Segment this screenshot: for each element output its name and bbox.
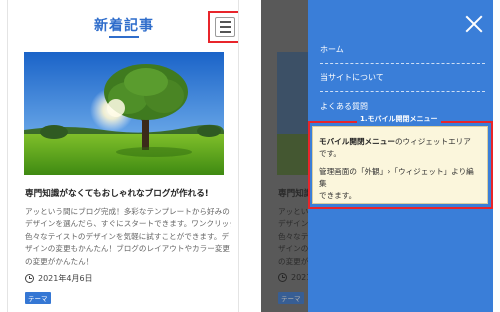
widget-text: のウィジェットエリア <box>394 137 471 146</box>
excerpt-line: ザインの変更もかんたん！ブログのレイアウトやカラー変更 <box>25 244 231 254</box>
excerpt-line: アッという間にブログ完成！多彩なテンプレートから好みの <box>25 207 230 216</box>
excerpt-line: の変更がかんたん！ <box>25 256 94 266</box>
post-excerpt: アッという間にブログ完成！多彩なテンプレートから好みの デザインを選んだら、すぐ… <box>25 206 231 268</box>
close-icon[interactable] <box>464 14 484 34</box>
widget-area: モバイル開閉メニューのウィジェットエリア です。 管理画面の「外観」›「ウィジェ… <box>312 126 488 204</box>
hamburger-menu-button[interactable] <box>208 11 238 43</box>
menu-item-about[interactable]: 当サイトについて <box>320 64 485 92</box>
title-underline <box>109 36 139 38</box>
hamburger-menu-icon <box>215 17 235 37</box>
left-panel: 新着記事 専門知識がなくてもおしゃれなブログが作れる! アッという間にブログ完成… <box>7 0 239 312</box>
excerpt-line: 色々なテイストのデザインを気軽に試すことができます。デ <box>25 231 230 241</box>
post-date-text: 2021年4月6日 <box>38 274 93 283</box>
category-tag[interactable]: テーマ <box>25 292 51 304</box>
post-thumbnail[interactable] <box>24 52 224 175</box>
excerpt-line: デザインを選んだら、すぐにスタートできます。ワンクリックで <box>25 219 231 229</box>
widget-text: できます。 <box>319 191 357 200</box>
clock-icon <box>25 274 34 283</box>
widget-text: 管理画面の「外観」›「ウィジェット」より編集 <box>319 167 474 188</box>
widget-text: です。 <box>319 149 342 158</box>
menu-item-home[interactable]: ホーム <box>320 36 485 64</box>
page-title: 新着記事 <box>94 18 154 34</box>
right-panel: 新着記事 専門知識 アッとい デザイン 色々なテ ザインの の変更が 2021 … <box>261 0 493 312</box>
post-date: 2021年4月6日 <box>25 273 93 284</box>
widget-title: モバイル開閉メニュー <box>319 137 395 146</box>
post-heading[interactable]: 専門知識がなくてもおしゃれなブログが作れる! <box>25 187 235 199</box>
widget-area-label: 1.モバイル開閉メニュー <box>357 114 441 124</box>
